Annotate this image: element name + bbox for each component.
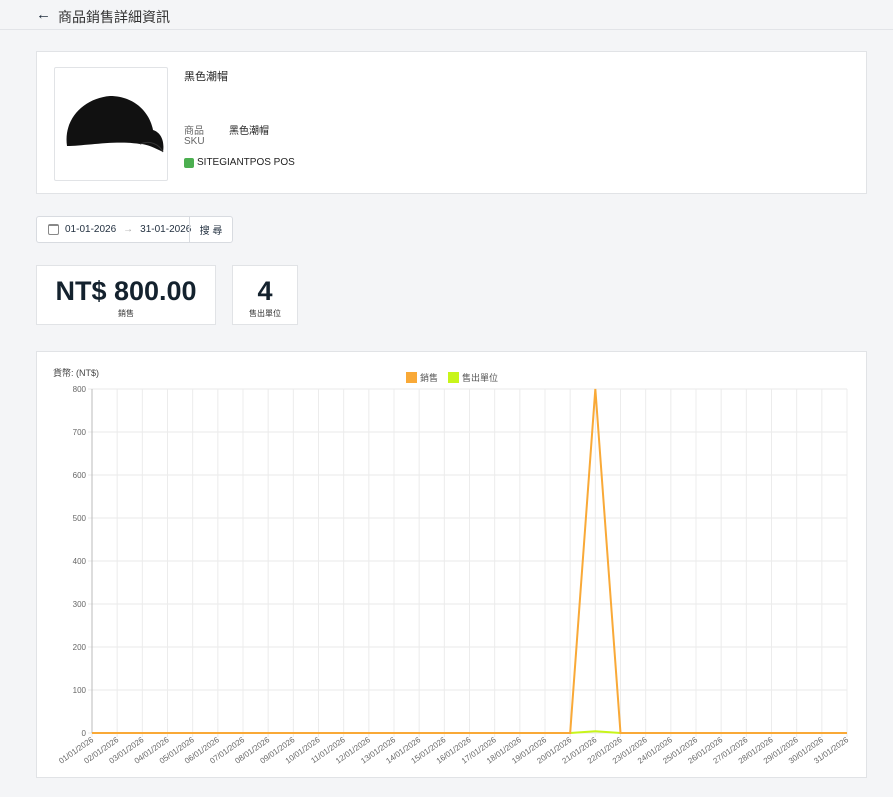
page-header: ← 商品銷售詳細資訊 (0, 0, 893, 30)
search-button[interactable]: 搜 尋 (189, 217, 232, 242)
y-tick-label: 700 (73, 428, 87, 437)
product-label: 商品 (184, 126, 204, 137)
start-date[interactable]: 01-01-2026 (65, 224, 116, 235)
product-name: 黑色潮帽 (184, 71, 228, 83)
y-tick-label: 100 (73, 686, 87, 695)
y-tick-label: 600 (73, 471, 87, 480)
range-arrow: → (123, 224, 134, 235)
sku-label: SKU (184, 136, 205, 147)
y-tick-label: 0 (82, 729, 87, 738)
sales-chart-card: 貨幣: (NT$) 0 100 200 300 400 500 600 700 800 01/01/… (36, 351, 867, 778)
kpi-value: 4 (257, 276, 273, 306)
product-image (54, 67, 168, 181)
date-range-picker[interactable]: 01-01-2026 → 31-01-2026 搜 尋 (36, 216, 233, 243)
legend-swatch (406, 372, 417, 383)
product-value: 黑色潮帽 (229, 126, 269, 137)
end-date[interactable]: 31-01-2026 (140, 224, 191, 235)
legend-swatch (448, 372, 459, 383)
pos-icon (184, 157, 194, 168)
product-card: 黑色潮帽 商品 黑色潮帽 SKU SITEGIANTPOS POS (36, 51, 867, 194)
sales-chart: 貨幣: (NT$)010020030040050060070080001/01/… (53, 367, 851, 766)
kpi-label: 銷售 (118, 309, 134, 318)
calendar-icon (48, 224, 59, 235)
y-tick-label: 800 (73, 385, 87, 394)
kpi-units: 4 售出單位 (232, 265, 298, 325)
y-tick-label: 400 (73, 557, 87, 566)
currency-label: 貨幣: (NT$) (53, 367, 99, 378)
legend-label: 銷售 (420, 372, 438, 383)
y-tick-label: 200 (73, 643, 87, 652)
page-title: 商品銷售詳細資訊 (58, 9, 170, 25)
legend-label: 售出單位 (462, 372, 498, 383)
channel: SITEGIANTPOS POS (184, 157, 295, 168)
back-arrow-icon[interactable]: ← (36, 6, 51, 23)
kpi-label: 售出單位 (249, 309, 281, 318)
kpi-value: NT$ 800.00 (55, 276, 197, 306)
channel-name: SITEGIANTPOS POS (197, 157, 295, 168)
y-tick-label: 500 (73, 514, 87, 523)
y-tick-label: 300 (73, 600, 87, 609)
kpi-sales: NT$ 800.00 銷售 (36, 265, 216, 325)
